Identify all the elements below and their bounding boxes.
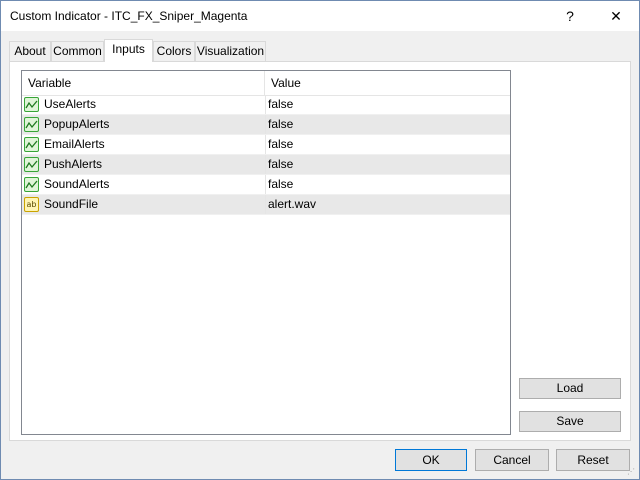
- list-header: Variable Value: [22, 71, 510, 96]
- column-header-variable[interactable]: Variable: [22, 71, 265, 95]
- resize-grip-icon[interactable]: ⋰: [627, 467, 637, 477]
- column-divider: [265, 135, 266, 154]
- variable-value[interactable]: false: [268, 155, 293, 174]
- help-button[interactable]: ?: [547, 1, 593, 31]
- table-row[interactable]: UseAlerts false: [22, 95, 510, 115]
- variable-name: UseAlerts: [44, 97, 97, 111]
- inputs-panel: Variable Value UseAlerts false PopupAler…: [9, 61, 631, 441]
- cancel-button[interactable]: Cancel: [475, 449, 549, 471]
- variable-value[interactable]: false: [268, 135, 293, 154]
- column-divider: [265, 115, 266, 134]
- close-button[interactable]: ✕: [593, 1, 639, 31]
- tab-common[interactable]: Common: [51, 41, 104, 61]
- close-icon: ✕: [610, 7, 622, 24]
- tab-inputs[interactable]: Inputs: [104, 39, 153, 62]
- variable-name: SoundFile: [44, 197, 99, 211]
- column-header-value[interactable]: Value: [265, 71, 510, 95]
- inputs-list[interactable]: Variable Value UseAlerts false PopupAler…: [21, 70, 511, 435]
- column-divider: [265, 155, 266, 174]
- column-divider: [265, 95, 266, 114]
- variable-name: PushAlerts: [44, 157, 103, 171]
- title-bar: Custom Indicator - ITC_FX_Sniper_Magenta…: [1, 1, 639, 31]
- save-button[interactable]: Save: [519, 411, 621, 432]
- variable-value[interactable]: false: [268, 175, 293, 194]
- window-title: Custom Indicator - ITC_FX_Sniper_Magenta: [10, 9, 248, 23]
- table-row[interactable]: EmailAlerts false: [22, 135, 510, 155]
- bool-parameter-icon: [24, 137, 39, 152]
- variable-value[interactable]: alert.wav: [268, 195, 316, 214]
- column-divider: [265, 195, 266, 214]
- load-button[interactable]: Load: [519, 378, 621, 399]
- string-parameter-icon: ab: [24, 197, 39, 212]
- variable-name: SoundAlerts: [44, 177, 110, 191]
- bool-parameter-icon: [24, 117, 39, 132]
- variable-value[interactable]: false: [268, 95, 293, 114]
- variable-value[interactable]: false: [268, 115, 293, 134]
- tab-colors[interactable]: Colors: [153, 41, 195, 61]
- bool-parameter-icon: [24, 97, 39, 112]
- table-row[interactable]: PushAlerts false: [22, 155, 510, 175]
- tab-about[interactable]: About: [9, 41, 51, 61]
- bool-parameter-icon: [24, 177, 39, 192]
- ok-button[interactable]: OK: [395, 449, 467, 471]
- table-row[interactable]: ab SoundFile alert.wav: [22, 195, 510, 215]
- reset-button[interactable]: Reset: [556, 449, 630, 471]
- column-divider: [265, 175, 266, 194]
- table-row[interactable]: SoundAlerts false: [22, 175, 510, 195]
- table-row[interactable]: PopupAlerts false: [22, 115, 510, 135]
- variable-name: EmailAlerts: [44, 137, 105, 151]
- bool-parameter-icon: [24, 157, 39, 172]
- variable-name: PopupAlerts: [44, 117, 110, 131]
- custom-indicator-dialog: Custom Indicator - ITC_FX_Sniper_Magenta…: [0, 0, 640, 480]
- tab-visualization[interactable]: Visualization: [195, 41, 266, 61]
